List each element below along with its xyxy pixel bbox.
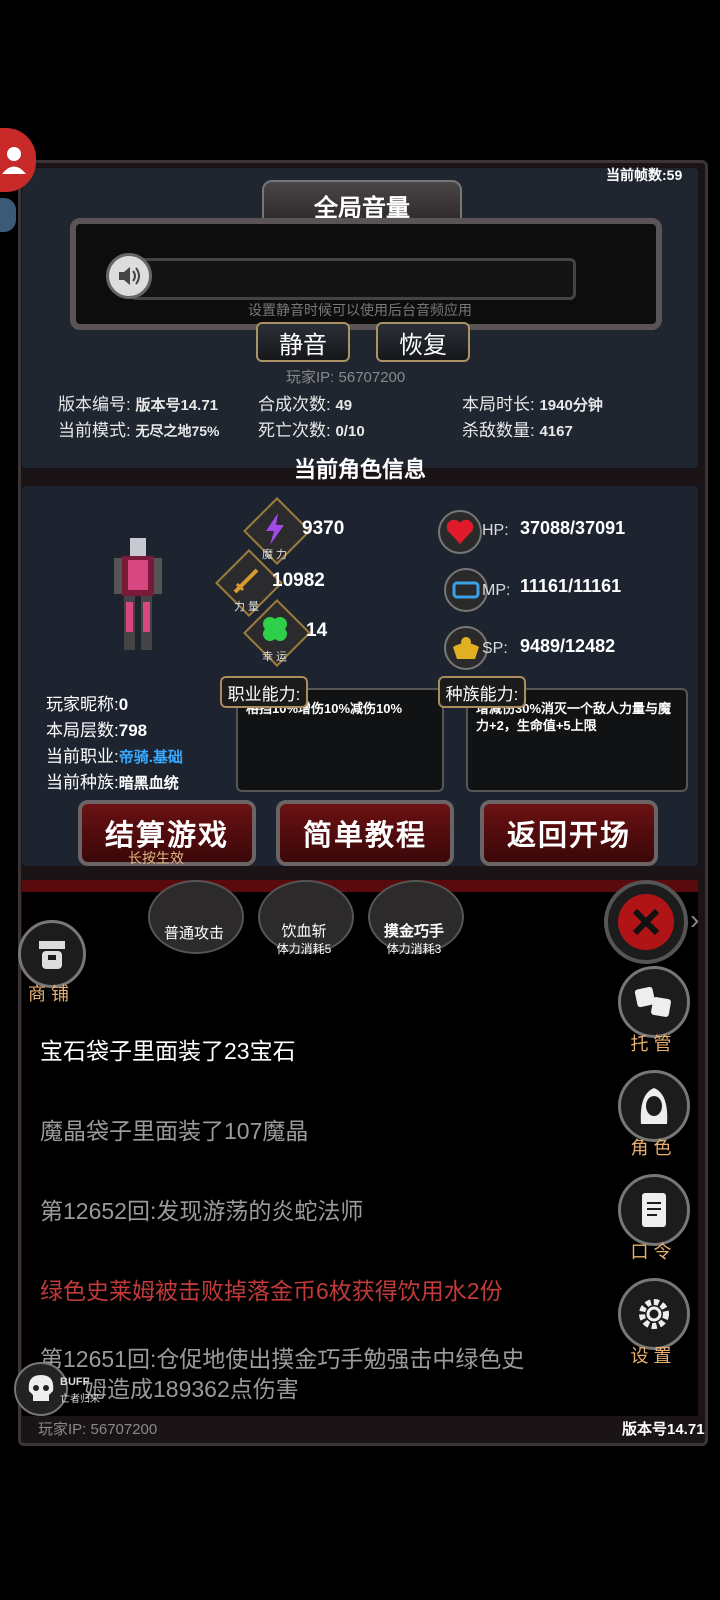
close-icon	[618, 894, 674, 950]
strength-value: 10982	[272, 570, 325, 591]
job-row: 当前职业:帝骑.基础	[46, 742, 183, 767]
dice-icon	[634, 986, 671, 1017]
skill-blood-slash-cost: 体力消耗5	[276, 942, 332, 956]
close-button[interactable]	[604, 880, 688, 964]
heart-icon	[438, 510, 482, 554]
speaker-icon[interactable]	[106, 253, 152, 299]
sp-label: SP:	[482, 640, 508, 657]
floor-label: 本局层数:	[46, 721, 119, 740]
auto-button[interactable]	[618, 966, 690, 1038]
mp-label: MP:	[482, 582, 511, 599]
role-button[interactable]	[618, 1070, 690, 1142]
log-line: 宝石袋子里面装了23宝石	[40, 1038, 296, 1064]
luck-label: 幸 运	[262, 651, 288, 663]
mode-stat: 当前模式: 无尽之地75%	[58, 416, 220, 441]
floor-row: 本局层数:798	[46, 716, 147, 741]
hp-label: HP:	[482, 522, 509, 539]
command-button[interactable]	[618, 1174, 690, 1246]
death-stat: 死亡次数: 0/10	[258, 416, 365, 441]
mini-status-icon	[0, 198, 16, 232]
strength-label: 力 量	[234, 601, 260, 613]
buff-tag: BUFF	[60, 1376, 90, 1388]
log-divider	[22, 880, 698, 892]
nickname-label: 玩家昵称:	[46, 695, 119, 714]
craft-value: 49	[335, 397, 353, 414]
nickname-row: 玩家昵称:0	[46, 690, 128, 715]
clover-icon	[260, 614, 290, 649]
job-ability-tag: 职业能力:	[220, 676, 308, 708]
magic-value: 9370	[302, 518, 345, 539]
duration-stat: 本局时长: 1940分钟	[462, 390, 603, 415]
long-press-hint: 长按生效	[128, 850, 184, 866]
mode-value: 无尽之地75%	[135, 423, 220, 439]
frame-counter: 当前帧数:59	[606, 167, 683, 183]
restore-button[interactable]: 恢复	[376, 322, 470, 362]
shop-label[interactable]: 商 铺	[28, 980, 69, 1006]
mode-label: 当前模式:	[58, 421, 131, 440]
floor-value: 798	[118, 721, 148, 740]
job-value: 帝骑.基础	[118, 749, 183, 766]
kills-stat: 杀敌数量: 4167	[462, 416, 573, 441]
skill-blood-slash-label: 饮血斩	[281, 923, 327, 940]
death-label: 死亡次数:	[258, 421, 331, 440]
footer-version: 版本号14.71	[622, 1421, 705, 1438]
skull-icon	[28, 1375, 54, 1401]
player-ip: 玩家IP: 56707200	[286, 369, 406, 386]
auto-label[interactable]: 托 管	[620, 1030, 682, 1056]
death-value: 0/10	[335, 423, 365, 440]
settings-label[interactable]: 设 置	[620, 1342, 682, 1368]
return-start-button[interactable]: 返回开场	[480, 800, 658, 866]
settings-button[interactable]	[618, 1278, 690, 1350]
skill-gold-hand-label: 摸金巧手	[383, 923, 444, 940]
hooded-figure-icon	[640, 1088, 668, 1124]
duration-label: 本局时长:	[462, 395, 535, 414]
log-line: 姆造成189362点伤害	[84, 1376, 299, 1402]
version-label: 版本编号:	[58, 395, 131, 414]
sword-icon	[231, 564, 263, 601]
luck-value: 14	[306, 620, 328, 641]
log-line: 第12651回:仓促地使出摸金巧手勉强击中绿色史	[40, 1346, 525, 1372]
volume-slider[interactable]	[130, 258, 576, 300]
version-stat: 版本编号: 版本号14.71	[58, 390, 218, 415]
magic-label: 魔 力	[262, 549, 288, 561]
buff-icon[interactable]	[14, 1362, 68, 1416]
character-section-title: 当前角色信息	[293, 457, 426, 482]
mute-button[interactable]: 静音	[256, 322, 350, 362]
shop-icon[interactable]	[18, 920, 86, 988]
volume-hint: 设置静音时候可以使用后台音频应用	[248, 302, 472, 318]
buff-name: 亡者归来	[60, 1394, 100, 1405]
race-ability-tag: 种族能力:	[438, 676, 526, 708]
log-line: 第12652回:发现游荡的炎蛇法师	[40, 1198, 364, 1224]
scroll-icon	[642, 1193, 666, 1227]
log-line: 绿色史莱姆被击败掉落金币6枚获得饮用水2份	[40, 1278, 503, 1304]
duration-value: 1940分钟	[539, 397, 603, 414]
kills-label: 杀敌数量:	[462, 421, 535, 440]
character-sprite	[110, 536, 166, 652]
sp-value: 9489/12482	[520, 636, 616, 656]
battle-log	[22, 880, 698, 1416]
log-line: 魔晶袋子里面装了107魔晶	[40, 1118, 309, 1144]
hp-value: 37088/37091	[520, 518, 626, 538]
footer-player-ip: 玩家IP: 56707200	[38, 1421, 158, 1438]
role-label[interactable]: 角 色	[620, 1134, 682, 1160]
nickname-value: 0	[118, 695, 129, 714]
mp-value: 11161/11161	[520, 576, 622, 596]
tutorial-button[interactable]: 简单教程	[276, 800, 454, 866]
kills-value: 4167	[539, 423, 573, 440]
command-label[interactable]: 口 令	[620, 1238, 682, 1264]
job-label: 当前职业:	[46, 747, 119, 766]
craft-stat: 合成次数: 49	[258, 390, 352, 415]
skill-normal-attack-label: 普通攻击	[163, 925, 224, 942]
race-label: 当前种族:	[46, 773, 119, 792]
skill-gold-hand-cost: 体力消耗3	[386, 942, 442, 956]
craft-label: 合成次数:	[258, 395, 331, 414]
gear-icon	[639, 1299, 669, 1329]
version-value: 版本号14.71	[135, 397, 219, 414]
race-value: 暗黑血统	[118, 775, 179, 792]
race-row: 当前种族:暗黑血统	[46, 768, 179, 793]
chevron-right-icon[interactable]: ›	[690, 904, 699, 936]
